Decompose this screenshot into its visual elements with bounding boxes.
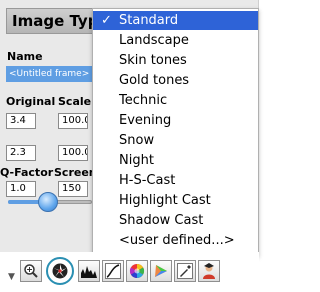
menu-item-label: Shadow Cast xyxy=(119,213,204,228)
user-icon[interactable] xyxy=(198,260,220,282)
menu-item-skin-tones[interactable]: Skin tones xyxy=(93,51,258,70)
menu-item-user-defined[interactable]: <user defined...> xyxy=(93,231,258,250)
menu-item-landscape[interactable]: Landscape xyxy=(93,31,258,50)
menu-item-label: <user defined...> xyxy=(119,233,235,248)
zoom-icon[interactable] xyxy=(20,260,42,282)
menu-item-label: Snow xyxy=(119,133,155,148)
menu-item-evening[interactable]: Evening xyxy=(93,111,258,130)
scale-label: Scale xyxy=(58,95,92,108)
image-type-label: Image Type xyxy=(6,8,92,34)
menu-item-h-s-cast[interactable]: H-S-Cast xyxy=(93,171,258,190)
image-type-menu: ✓ Standard Landscape Skin tones Gold ton… xyxy=(92,8,259,256)
qfactor-label: Q-Factor xyxy=(0,166,54,179)
slider-knob[interactable] xyxy=(38,192,58,212)
menu-item-night[interactable]: Night xyxy=(93,151,258,170)
histogram-icon[interactable] xyxy=(78,260,100,282)
menu-item-label: Technic xyxy=(119,93,168,108)
bottom-toolbar: ▼ xyxy=(0,252,259,292)
curve-icon[interactable] xyxy=(102,260,124,282)
original-field-1[interactable]: 3.4 xyxy=(6,113,36,129)
dropdown-arrow-icon[interactable]: ▼ xyxy=(8,272,15,282)
aperture-icon[interactable] xyxy=(46,257,74,285)
menu-item-label: Landscape xyxy=(119,33,189,48)
name-label: Name xyxy=(7,50,43,63)
name-field[interactable]: <Untitled frame> xyxy=(6,66,96,82)
menu-item-technic[interactable]: Technic xyxy=(93,91,258,110)
scale-field-1[interactable]: 100.0 xyxy=(58,113,88,129)
menu-item-snow[interactable]: Snow xyxy=(93,131,258,150)
screen-field[interactable]: 150 xyxy=(58,181,88,197)
menu-item-label: Gold tones xyxy=(119,73,190,88)
screen-label: Screen xyxy=(54,166,97,179)
eyedropper-icon[interactable] xyxy=(174,260,196,282)
menu-item-gold-tones[interactable]: Gold tones xyxy=(93,71,258,90)
menu-item-label: Night xyxy=(119,153,154,168)
menu-item-shadow-cast[interactable]: Shadow Cast xyxy=(93,211,258,230)
checkmark-icon: ✓ xyxy=(101,13,112,28)
original-label: Original xyxy=(6,95,56,108)
gamut-icon[interactable] xyxy=(150,260,172,282)
menu-item-label: Skin tones xyxy=(119,53,187,68)
qfactor-field[interactable]: 1.0 xyxy=(6,181,36,197)
menu-item-label: H-S-Cast xyxy=(119,173,176,188)
menu-item-label: Evening xyxy=(119,113,172,128)
menu-item-standard[interactable]: ✓ Standard xyxy=(93,11,258,30)
color-wheel-icon[interactable] xyxy=(126,260,148,282)
menu-item-highlight-cast[interactable]: Highlight Cast xyxy=(93,191,258,210)
menu-item-label: Highlight Cast xyxy=(119,193,211,208)
original-field-2[interactable]: 2.3 xyxy=(6,145,36,161)
scale-field-2[interactable]: 100.0 xyxy=(58,145,88,161)
menu-item-label: Standard xyxy=(119,13,179,28)
